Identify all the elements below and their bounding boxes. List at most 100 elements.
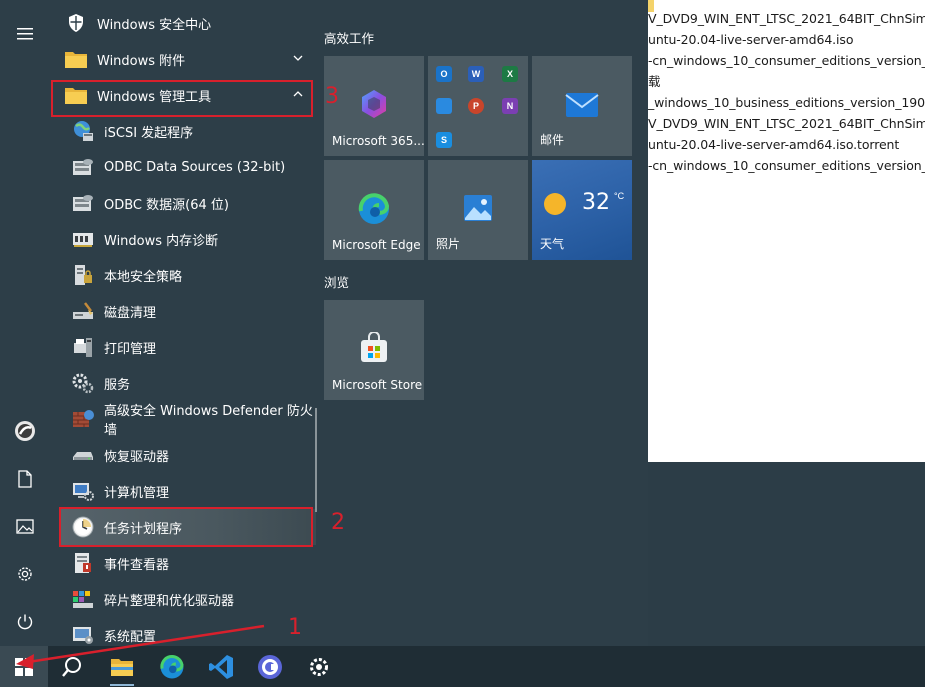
annotation-box-task-scheduler	[59, 507, 313, 547]
app-item-label: ODBC Data Sources (32-bit)	[104, 159, 286, 175]
event-viewer-icon	[70, 550, 96, 576]
tile-label: 邮件	[540, 133, 565, 147]
annotation-number-3: 3	[325, 84, 339, 109]
power-button[interactable]	[0, 599, 50, 645]
recovery-drive-icon	[70, 442, 96, 468]
onenote-mini-icon[interactable]: N	[502, 98, 518, 114]
hamburger-icon	[17, 28, 33, 40]
hamburger-menu-button[interactable]	[0, 11, 50, 57]
annotation-number-2: 2	[331, 510, 345, 535]
app-item-label: 本地安全策略	[104, 269, 183, 285]
app-item-odbc-64[interactable]: ODBC 数据源(64 位)	[60, 185, 316, 221]
start-left-rail	[0, 0, 50, 646]
edge-icon	[358, 193, 390, 224]
app-item-label: Windows 附件	[97, 53, 186, 69]
app-item-defrag[interactable]: 碎片整理和优化驱动器	[60, 581, 316, 617]
security-policy-icon	[70, 262, 96, 288]
file-item[interactable]: untu-20.04-live-server-amd64.iso.torrent	[648, 134, 925, 155]
taskbar	[0, 646, 925, 687]
app-item-services[interactable]: 服务	[60, 365, 316, 401]
skype-mini-icon[interactable]: S	[436, 132, 452, 148]
tile-photos[interactable]: 照片	[428, 160, 528, 260]
file-item[interactable]: -cn_windows_10_consumer_editions_version…	[648, 155, 925, 176]
taskbar-file-explorer[interactable]	[98, 646, 146, 687]
onedrive-mini-icon[interactable]	[436, 98, 452, 114]
user-avatar-icon	[15, 421, 35, 441]
odbc-icon	[70, 190, 96, 216]
system-config-icon	[70, 622, 96, 648]
store-bag-icon	[361, 332, 387, 362]
tile-label: Microsoft Store	[332, 378, 423, 392]
app-item-print-management[interactable]: 打印管理	[60, 329, 316, 365]
start-button[interactable]	[0, 646, 48, 687]
circular-app-icon	[258, 654, 282, 679]
computer-management-icon	[70, 478, 96, 504]
documents-button[interactable]	[0, 456, 50, 502]
print-management-icon	[70, 334, 96, 360]
app-item-windows-accessories[interactable]: Windows 附件	[60, 41, 316, 77]
vscode-icon	[209, 654, 233, 679]
app-item-odbc-32[interactable]: ODBC Data Sources (32-bit)	[60, 149, 316, 185]
user-account-button[interactable]	[0, 408, 50, 454]
taskbar-search-button[interactable]	[48, 646, 96, 687]
app-list-scrollbar[interactable]	[315, 408, 317, 512]
app-item-label: iSCSI 发起程序	[104, 125, 194, 141]
tile-microsoft-store[interactable]: Microsoft Store	[324, 300, 424, 400]
iscsi-globe-icon	[70, 118, 96, 144]
background-dark-area	[648, 462, 925, 646]
app-item-defender-firewall[interactable]: 高级安全 Windows Defender 防火墙	[60, 401, 316, 438]
app-item-local-security-policy[interactable]: 本地安全策略	[60, 257, 316, 293]
microsoft-365-icon	[362, 90, 386, 118]
outlook-mini-icon[interactable]: O	[436, 66, 452, 82]
app-item-label: 服务	[104, 377, 131, 393]
file-item[interactable]: untu-20.04-live-server-amd64.iso	[648, 29, 925, 50]
file-list: V_DVD9_WIN_ENT_LTSC_2021_64BIT_ChnSimp_M…	[648, 8, 925, 176]
firewall-icon	[70, 406, 96, 432]
app-item-disk-cleanup[interactable]: 磁盘清理	[60, 293, 316, 329]
taskbar-app-c[interactable]	[246, 646, 294, 687]
tile-microsoft-edge[interactable]: Microsoft Edge	[324, 160, 424, 260]
file-item[interactable]: -cn_windows_10_consumer_editions_version…	[648, 50, 925, 71]
app-item-recovery-drive[interactable]: 恢复驱动器	[60, 437, 316, 473]
tile-label: Microsoft 365...	[332, 134, 425, 148]
app-item-memory-diagnostic[interactable]: Windows 内存诊断	[60, 221, 316, 257]
shield-icon	[63, 10, 89, 36]
app-item-computer-management[interactable]: 计算机管理	[60, 473, 316, 509]
tile-label: 照片	[436, 237, 461, 251]
windows-logo-icon	[15, 657, 33, 676]
tile-office-group[interactable]: O W X P N S	[428, 56, 528, 156]
section-label-browse: 浏览	[324, 275, 350, 290]
file-item[interactable]: 载	[648, 71, 925, 92]
settings-button[interactable]	[0, 551, 50, 597]
taskbar-vscode[interactable]	[197, 646, 245, 687]
app-item-iscsi-initiator[interactable]: iSCSI 发起程序	[60, 113, 316, 149]
app-item-windows-security[interactable]: Windows 安全中心	[60, 5, 316, 41]
section-label-productivity: 高效工作	[324, 31, 375, 46]
photos-icon	[464, 195, 492, 221]
tile-weather[interactable]: 32 °C 天气	[532, 160, 632, 260]
chevron-down-icon[interactable]	[292, 52, 304, 64]
app-item-label: 系统配置	[104, 629, 157, 645]
app-item-label: ODBC 数据源(64 位)	[104, 197, 229, 213]
word-mini-icon[interactable]: W	[468, 66, 484, 82]
taskbar-settings[interactable]	[295, 646, 343, 687]
gear-icon	[18, 567, 32, 581]
mail-envelope-icon	[565, 93, 599, 117]
file-item[interactable]: _windows_10_business_editions_version_19…	[648, 92, 925, 113]
file-item[interactable]: V_DVD9_WIN_ENT_LTSC_2021_64BIT_ChnSimp_M	[648, 113, 925, 134]
tile-label: Microsoft Edge	[332, 238, 421, 252]
pictures-button[interactable]	[0, 503, 50, 549]
app-item-label: 计算机管理	[104, 485, 170, 501]
app-item-event-viewer[interactable]: 事件查看器	[60, 545, 316, 581]
taskbar-edge[interactable]	[148, 646, 196, 687]
picture-icon	[16, 518, 34, 534]
file-item[interactable]: V_DVD9_WIN_ENT_LTSC_2021_64BIT_ChnSimp_M	[648, 8, 925, 29]
tile-microsoft-365[interactable]: Microsoft 365...	[324, 56, 425, 156]
tile-mail[interactable]: 邮件	[532, 56, 632, 156]
excel-mini-icon[interactable]: X	[502, 66, 518, 82]
app-item-label: 磁盘清理	[104, 305, 157, 321]
memory-chip-icon	[70, 226, 96, 252]
powerpoint-mini-icon[interactable]: P	[468, 98, 484, 114]
active-indicator	[110, 684, 134, 686]
search-icon	[62, 656, 81, 677]
